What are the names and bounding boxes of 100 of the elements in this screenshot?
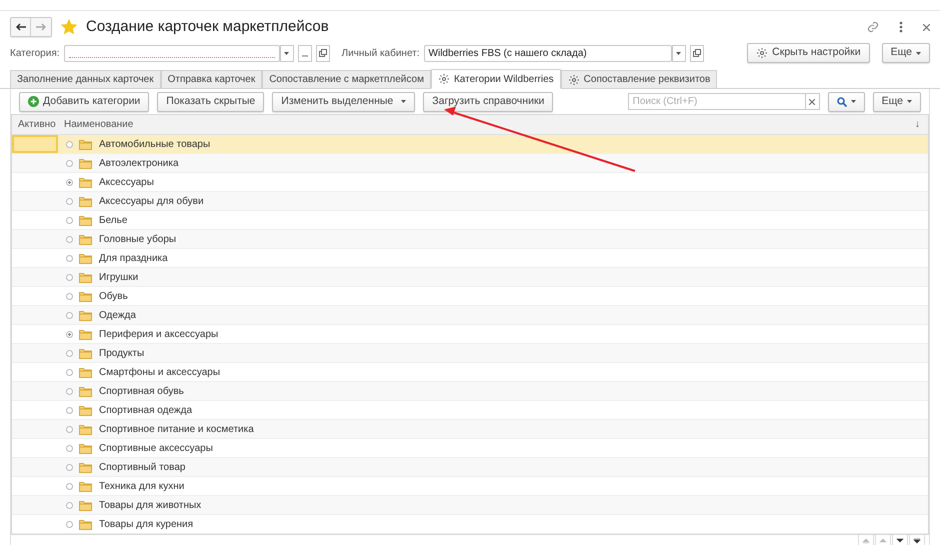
forward-arrow-icon xyxy=(36,23,46,31)
open-window-icon xyxy=(692,49,701,57)
tab[interactable]: Сопоставление реквизитов xyxy=(560,70,718,89)
folder-icon xyxy=(79,442,92,454)
category-name: Товары для животных xyxy=(99,498,202,512)
search-field[interactable]: Поиск (Ctrl+F) xyxy=(628,93,806,110)
folder-icon xyxy=(79,328,92,340)
caret-icon xyxy=(907,100,912,103)
more-vertical-icon[interactable] xyxy=(899,21,903,33)
tab[interactable]: Отправка карточек xyxy=(160,70,262,89)
window-title: Создание карточек маркетплейсов xyxy=(86,16,329,37)
folder-icon xyxy=(79,366,92,378)
arrow-up-icon xyxy=(862,536,870,544)
table-row[interactable]: Спортивное питание и косметика xyxy=(12,420,928,439)
column-header[interactable]: Наименование xyxy=(60,117,134,132)
folder-icon xyxy=(79,500,92,510)
expand-icon[interactable] xyxy=(66,178,73,186)
category-name: Спортивное питание и косметика xyxy=(99,422,254,436)
back-button[interactable] xyxy=(11,18,31,36)
load-references-button[interactable]: Загрузить справочники xyxy=(423,92,554,112)
table-row[interactable]: Игрушки xyxy=(12,268,928,287)
back-arrow-icon xyxy=(16,23,26,31)
expand-icon[interactable] xyxy=(66,330,73,338)
category-name: Головные уборы xyxy=(99,232,176,246)
folder-icon xyxy=(79,424,92,434)
category-name: Для праздника xyxy=(99,252,168,266)
category-name: Товары для курения xyxy=(99,518,194,532)
clear-icon xyxy=(809,98,816,104)
category-name: Спортивный товар xyxy=(99,460,186,474)
category-name: Обувь xyxy=(99,290,128,304)
category-label: Категория: xyxy=(10,46,60,60)
sort-indicator[interactable]: ↓ xyxy=(915,117,928,132)
folder-icon xyxy=(79,234,92,244)
change-selected-button[interactable]: Изменить выделенные xyxy=(272,92,416,112)
category-name: Спортивная одежда xyxy=(99,404,192,418)
cabinet-label: Личный кабинет: xyxy=(342,46,420,60)
tab[interactable]: Сопоставление с маркетплейсом xyxy=(262,70,431,89)
more-button[interactable]: Еще xyxy=(872,92,921,112)
open-button[interactable] xyxy=(316,44,330,62)
table-row[interactable]: Автомобильные товары xyxy=(12,135,928,154)
category-field[interactable] xyxy=(64,44,280,62)
folder-icon xyxy=(79,214,92,226)
category-name: Одежда xyxy=(99,308,136,322)
folder-icon xyxy=(79,176,92,188)
open-button[interactable] xyxy=(690,44,704,62)
gear-icon xyxy=(438,73,450,85)
arrow-down-icon xyxy=(896,536,904,544)
gear-icon xyxy=(568,74,580,86)
table-row[interactable]: Аксессуары для обуви xyxy=(12,192,928,211)
link-icon[interactable] xyxy=(867,21,879,33)
column-header[interactable]: Активно xyxy=(12,117,60,132)
table-row[interactable]: Одежда xyxy=(12,306,928,325)
clear-button[interactable] xyxy=(806,93,820,110)
hide-settings-button[interactable]: Скрыть настройки xyxy=(747,43,870,63)
folder-icon xyxy=(79,252,92,264)
category-name: Продукты xyxy=(99,346,144,360)
category-name: Техника для кухни xyxy=(99,480,184,494)
search-button[interactable] xyxy=(828,92,865,112)
category-name: Аксессуары xyxy=(99,176,154,190)
arrow-down-icon xyxy=(913,536,921,544)
tab[interactable]: Заполнение данных карточек xyxy=(10,70,161,89)
category-name: Спортивные аксессуары xyxy=(99,442,213,456)
add-categories-button[interactable]: Добавить категории xyxy=(19,92,150,112)
table-row[interactable]: Спортивная обувь xyxy=(12,382,928,401)
scroll-button[interactable] xyxy=(892,535,908,545)
caret-icon xyxy=(284,52,290,54)
folder-icon xyxy=(79,310,92,320)
folder-icon xyxy=(79,518,92,530)
scroll-button[interactable] xyxy=(909,535,925,545)
cabinet-field[interactable]: Wildberries FBS (с нашего склада) xyxy=(424,44,672,62)
folder-icon xyxy=(79,348,92,358)
category-name: Белье xyxy=(99,214,128,228)
category-name: Спортивная обувь xyxy=(99,384,184,398)
show-hidden-button[interactable]: Показать скрытые xyxy=(157,92,264,112)
more-button[interactable]: Еще xyxy=(882,43,930,63)
close-icon[interactable] xyxy=(923,24,930,30)
dropdown-button[interactable] xyxy=(672,44,686,62)
tab[interactable]: Категории Wildberries xyxy=(430,69,561,89)
table-row[interactable]: Автоэлектроника xyxy=(12,154,928,173)
star-icon[interactable] xyxy=(60,18,78,36)
table-row[interactable]: Головные уборы xyxy=(12,230,928,249)
open-window-icon xyxy=(318,49,327,57)
caret-icon xyxy=(916,52,921,54)
caret-icon xyxy=(850,100,856,103)
category-name: Периферия и аксессуары xyxy=(99,328,218,342)
caret-icon xyxy=(676,52,682,54)
folder-icon xyxy=(79,462,92,472)
category-name: Аксессуары для обуви xyxy=(99,194,204,208)
folder-icon xyxy=(79,158,92,168)
category-name: Автомобильные товары xyxy=(99,138,210,152)
dropdown-button[interactable] xyxy=(280,44,294,62)
folder-icon xyxy=(79,196,92,206)
gear-icon xyxy=(756,47,768,59)
table-row[interactable]: Товары для животных xyxy=(12,496,928,515)
category-name: Автоэлектроника xyxy=(99,156,179,170)
table-row[interactable]: Продукты xyxy=(12,344,928,363)
table-row[interactable]: Спортивный товар xyxy=(12,458,928,477)
search-icon xyxy=(836,96,847,106)
add-icon xyxy=(28,96,39,107)
active-cell[interactable] xyxy=(12,135,58,153)
